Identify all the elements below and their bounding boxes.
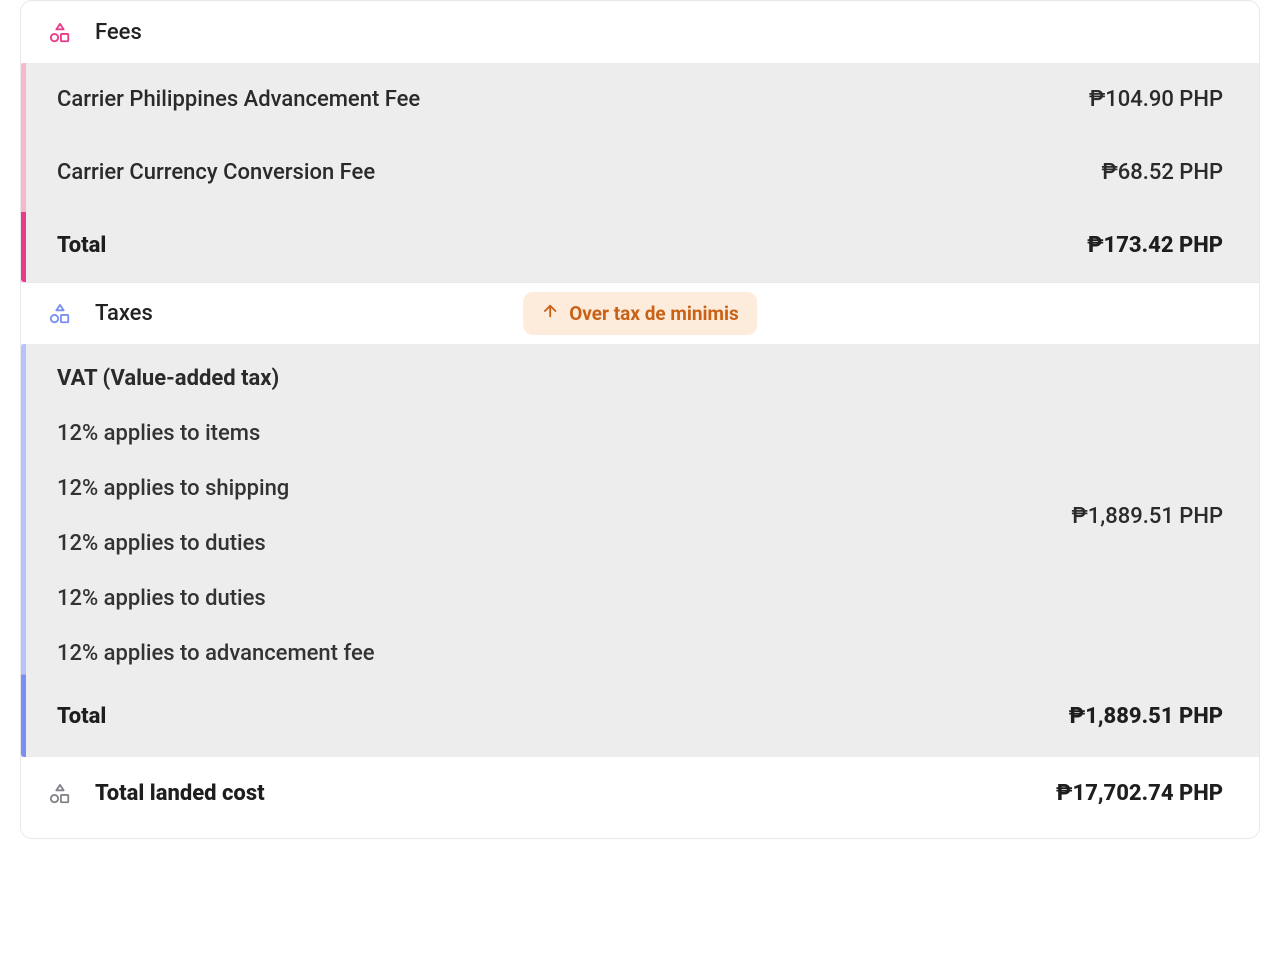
fees-header: Fees (21, 1, 1259, 63)
vat-title: VAT (Value-added tax) (57, 366, 375, 391)
vat-subline: 12% applies to advancement fee (57, 641, 375, 666)
fees-title: Fees (95, 20, 142, 45)
vat-subline: 12% applies to shipping (57, 476, 375, 501)
vat-value: ₱1,889.51 PHP (1072, 504, 1223, 529)
shapes-icon (49, 303, 71, 325)
taxes-header: Taxes Over tax de minimis (21, 282, 1259, 344)
shapes-icon (49, 783, 71, 805)
taxes-title: Taxes (95, 301, 153, 326)
fee-line-label: Carrier Currency Conversion Fee (57, 160, 375, 185)
arrow-up-icon (541, 302, 559, 325)
taxes-total-value: ₱1,889.51 PHP (1069, 704, 1223, 729)
fees-total-row: Total ₱173.42 PHP (21, 209, 1259, 282)
fees-total-label: Total (57, 233, 106, 258)
vat-subline: 12% applies to duties (57, 531, 375, 556)
badge-label: Over tax de minimis (569, 302, 739, 325)
taxes-total-label: Total (57, 704, 106, 729)
vat-subline: 12% applies to duties (57, 586, 375, 611)
fee-line-value: ₱68.52 PHP (1101, 160, 1223, 185)
fee-line-value: ₱104.90 PHP (1089, 87, 1223, 112)
total-landed-cost-value: ₱17,702.74 PHP (1056, 781, 1223, 806)
fees-body: Carrier Philippines Advancement Fee ₱104… (21, 63, 1259, 282)
fees-total-value: ₱173.42 PHP (1087, 233, 1223, 258)
vat-row: VAT (Value-added tax) 12% applies to ite… (21, 344, 1259, 676)
vat-left: VAT (Value-added tax) 12% applies to ite… (57, 366, 375, 666)
shapes-icon (49, 22, 71, 44)
fee-line: Carrier Philippines Advancement Fee ₱104… (21, 63, 1259, 136)
fee-line-label: Carrier Philippines Advancement Fee (57, 87, 420, 112)
vat-subline: 12% applies to items (57, 421, 375, 446)
total-landed-cost-label: Total landed cost (95, 781, 265, 806)
taxes-stripe (21, 344, 26, 757)
cost-breakdown-card: Fees Carrier Philippines Advancement Fee… (20, 0, 1260, 839)
fee-line: Carrier Currency Conversion Fee ₱68.52 P… (21, 136, 1259, 209)
fees-stripe (21, 63, 26, 282)
taxes-total-row: Total ₱1,889.51 PHP (21, 676, 1259, 757)
tax-de-minimis-badge: Over tax de minimis (523, 292, 757, 335)
total-landed-cost-row: Total landed cost ₱17,702.74 PHP (21, 757, 1259, 838)
taxes-body: VAT (Value-added tax) 12% applies to ite… (21, 344, 1259, 757)
